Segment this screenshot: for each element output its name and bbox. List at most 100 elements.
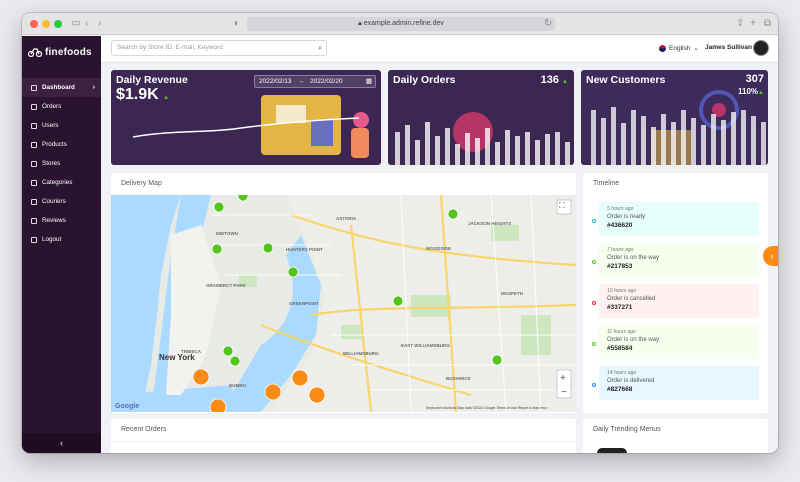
- timeline-order-id: #217853: [607, 263, 633, 270]
- sidebar-toggle-icon[interactable]: ▭: [71, 17, 80, 31]
- daily-revenue-card: Daily Revenue $1.9K ▲ 2022/02/13 → 2022/…: [111, 70, 381, 165]
- svg-text:GRAMERCY PARK: GRAMERCY PARK: [206, 283, 247, 288]
- timeline-item[interactable]: 11 hours ago Order is on the way #558584: [599, 325, 759, 359]
- svg-text:ASTORIA: ASTORIA: [336, 216, 357, 221]
- timeline-dot: [592, 260, 596, 264]
- date-range-picker[interactable]: 2022/02/13 → 2022/02/20 ▦: [254, 75, 376, 88]
- customers-percent: 110%▲: [738, 87, 764, 96]
- svg-text:−: −: [561, 387, 567, 398]
- sidebar-item-logout[interactable]: Logout: [22, 230, 101, 249]
- menu-item-image: [597, 448, 627, 453]
- svg-text:BUSHWICK: BUSHWICK: [446, 376, 471, 381]
- search-input[interactable]: Search by Store ID, E-mail, Keyword ⌕: [111, 40, 327, 56]
- back-icon[interactable]: ‹: [85, 17, 88, 31]
- trending-menus-title: Daily Trending Menus: [593, 426, 661, 433]
- minimize-window-button[interactable]: [42, 20, 50, 28]
- browser-window: ▭ ‹ › ◐ 🔒︎ example.admin.refine.dev ↻ ⇪ …: [22, 13, 778, 453]
- timeline-dot: [592, 383, 596, 387]
- timeline-item[interactable]: 5 hours ago Order is ready #436620: [599, 202, 759, 236]
- sidebar-item-label: Reviews: [42, 217, 66, 224]
- svg-text:MASPETH: MASPETH: [501, 291, 523, 296]
- forward-icon[interactable]: ›: [98, 17, 101, 31]
- daily-orders-card: Daily Orders 136 ▲: [388, 70, 574, 165]
- shield-icon[interactable]: ◐: [234, 17, 240, 31]
- language-select[interactable]: English ⌄: [659, 44, 699, 52]
- revenue-title: Daily Revenue: [116, 74, 188, 86]
- sidebar-collapse-button[interactable]: ‹: [22, 433, 101, 453]
- calendar-icon: ▦: [365, 78, 372, 85]
- search-icon[interactable]: ⌕: [318, 42, 322, 56]
- brand-logo[interactable]: finefoods: [28, 44, 92, 60]
- categories-icon: [31, 179, 37, 186]
- timeline-item[interactable]: 7 hours ago Order is on the way #217853: [599, 243, 759, 277]
- revenue-value-text: $1.9K: [116, 86, 159, 103]
- sidebar-item-orders[interactable]: Orders: [22, 97, 101, 116]
- sidebar-item-label: Users: [42, 122, 59, 129]
- sidebar-item-products[interactable]: Products: [22, 135, 101, 154]
- sidebar-item-couriers[interactable]: Couriers: [22, 192, 101, 211]
- svg-text:+: +: [560, 373, 566, 384]
- share-icon[interactable]: ⇪: [736, 17, 744, 31]
- chevron-down-icon: ⌄: [693, 45, 699, 52]
- timeline-text: Order is on the way: [607, 255, 660, 261]
- fullscreen-icon[interactable]: ⛶: [559, 201, 565, 211]
- sidebar-item-users[interactable]: Users: [22, 116, 101, 135]
- timeline-order-id: #558584: [607, 345, 633, 352]
- delivery-map[interactable]: JACKSON HEIGHTS WOODSIDE HUNTERS POINT A…: [111, 195, 576, 412]
- svg-text:DUMBO: DUMBO: [229, 383, 246, 388]
- avatar[interactable]: [753, 40, 769, 56]
- sidebar-item-reviews[interactable]: Reviews: [22, 211, 101, 230]
- sidebar-item-stores[interactable]: Stores: [22, 154, 101, 173]
- timeline-order-id: #436620: [607, 222, 633, 229]
- svg-text:WOODSIDE: WOODSIDE: [426, 246, 451, 251]
- timeline-time: 7 hours ago: [607, 247, 634, 253]
- trend-up-icon: ▲: [562, 79, 568, 85]
- chevron-left-icon: ‹: [770, 251, 774, 261]
- close-window-button[interactable]: [30, 20, 38, 28]
- sidebar-item-label: Couriers: [42, 198, 66, 205]
- settings-drawer-toggle[interactable]: ‹: [763, 246, 778, 266]
- timeline-item[interactable]: 10 hours ago Order is cancelled #337271: [599, 284, 759, 318]
- sidebar-item-label: Logout: [42, 236, 62, 243]
- date-start: 2022/02/13: [259, 78, 292, 85]
- timeline-time: 14 hours ago: [607, 370, 637, 376]
- timeline-dot: [592, 219, 596, 223]
- zoom-window-button[interactable]: [54, 20, 62, 28]
- sidebar-item-dashboard[interactable]: Dashboard ›: [22, 78, 101, 97]
- sidebar-item-categories[interactable]: Categories: [22, 173, 101, 192]
- svg-text:MIDTOWN: MIDTOWN: [216, 231, 238, 236]
- timeline-text: Order is ready: [607, 214, 646, 220]
- divider: [111, 441, 576, 442]
- revenue-value: $1.9K ▲: [116, 86, 169, 104]
- dashboard-icon: [31, 84, 37, 91]
- top-header: Search by Store ID, E-mail, Keyword ⌕ En…: [101, 36, 778, 63]
- customers-value: 307: [745, 73, 764, 85]
- users-icon: [31, 122, 37, 129]
- sidebar-nav: Dashboard › Orders Users Products Stores: [22, 78, 101, 249]
- new-tab-icon[interactable]: +: [750, 17, 756, 31]
- svg-text:HUNTERS POINT: HUNTERS POINT: [286, 247, 323, 252]
- recent-orders-title: Recent Orders: [121, 426, 167, 433]
- timeline-dot: [592, 342, 596, 346]
- reload-icon[interactable]: ↻: [544, 17, 552, 31]
- timeline-dot: [592, 301, 596, 305]
- new-customers-card: New Customers 307 110%▲: [581, 70, 768, 165]
- orders-value: 136 ▲: [541, 74, 568, 86]
- timeline-time: 11 hours ago: [607, 329, 636, 335]
- map-city-label: New York: [159, 353, 195, 362]
- trend-up-icon: ▲: [758, 90, 764, 96]
- orders-value-text: 136: [540, 74, 559, 86]
- address-bar[interactable]: 🔒︎ example.admin.refine.dev: [247, 17, 555, 31]
- tabs-overview-icon[interactable]: ⧉: [764, 17, 771, 31]
- timeline-order-id: #827668: [607, 386, 633, 393]
- reviews-icon: [31, 217, 37, 224]
- google-logo-text: Google: [115, 403, 139, 410]
- timeline-text: Order is cancelled: [607, 296, 656, 302]
- map-canvas: JACKSON HEIGHTS WOODSIDE HUNTERS POINT A…: [111, 195, 576, 412]
- couriers-icon: [31, 198, 37, 205]
- sidebar-item-label: Stores: [42, 160, 61, 167]
- sidebar-item-label: Products: [42, 141, 67, 148]
- timeline-item[interactable]: 14 hours ago Order is delivered #827668: [599, 366, 759, 400]
- trend-up-icon: ▲: [163, 95, 170, 101]
- sidebar-item-label: Categories: [42, 179, 73, 186]
